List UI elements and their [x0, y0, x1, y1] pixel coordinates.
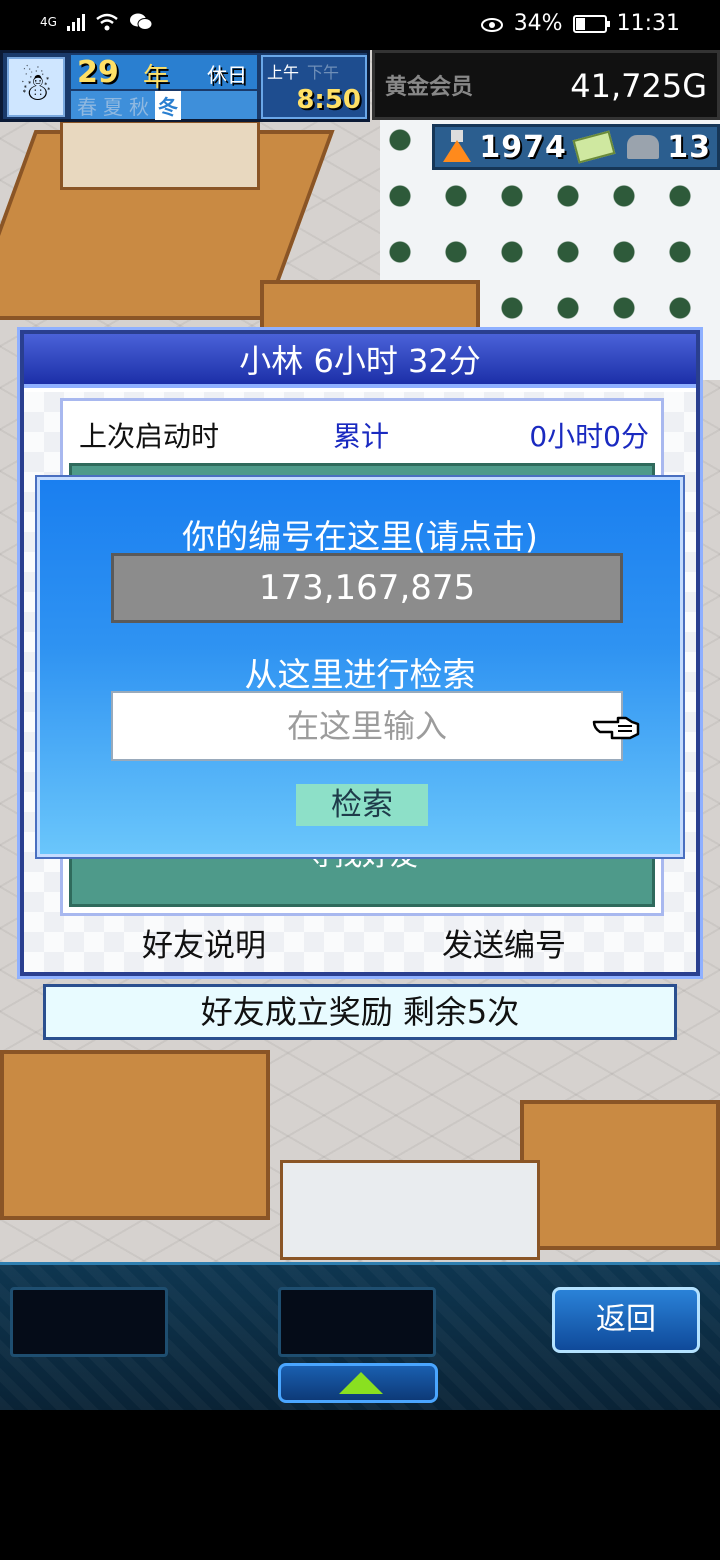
battery-fill: [575, 17, 586, 30]
gold-amount: 41,725G: [570, 67, 707, 105]
bathroom-floor: [280, 1160, 540, 1260]
season-winter-current: 冬: [155, 90, 181, 120]
lower-right-room: [520, 1100, 720, 1250]
resource-bar: 1974 13: [432, 124, 720, 170]
total-label: 累计: [333, 420, 390, 453]
status-left: 4G: [40, 12, 153, 32]
friend-info-link[interactable]: 好友说明: [142, 920, 266, 965]
clock-time: 11:31: [616, 11, 680, 36]
dialog-title: 小林 6小时 32分: [24, 334, 696, 388]
ticket-icon: [572, 130, 616, 164]
status-right: 34% 11:31: [480, 11, 680, 36]
season-strip: 春 夏 秋 冬: [71, 90, 257, 120]
money-hud: 黄金会员 41,725G: [372, 50, 720, 120]
network-type: 4G: [40, 15, 57, 29]
year-number: 29: [77, 55, 119, 90]
member-label: 黄金会员: [385, 75, 474, 100]
search-prompt: 从这里进行检索: [244, 655, 476, 694]
year-unit: 年: [143, 63, 170, 93]
search-button[interactable]: 检索: [296, 784, 428, 826]
play-time-row: 上次启动时 累计 0小时0分: [63, 401, 661, 459]
bottom-control-bar: 返回: [0, 1262, 720, 1410]
pm-label: 下午: [307, 63, 340, 82]
am-label: 上午: [267, 63, 300, 82]
expand-up-button[interactable]: [278, 1363, 438, 1403]
ticket-count: 13: [667, 129, 711, 165]
dialog-links: 好友说明 发送编号: [24, 914, 696, 964]
your-id-box[interactable]: 173,167,875: [111, 553, 623, 623]
pointing-hand-icon: [592, 716, 640, 740]
snowman-avatar-icon: ☃: [7, 57, 65, 117]
empty-slot-left[interactable]: [10, 1287, 168, 1357]
your-id-title: 你的编号在这里(请点击): [182, 517, 538, 556]
battery-percent: 34%: [513, 11, 563, 36]
empty-slot-center[interactable]: [278, 1287, 436, 1357]
season-spring: 春: [77, 94, 97, 119]
lower-left-room: [0, 1050, 270, 1220]
signal-icon: [66, 13, 85, 31]
wifi-icon: [96, 13, 118, 31]
back-button[interactable]: 返回: [552, 1287, 700, 1353]
day-type: 休日: [207, 63, 247, 87]
last-start-label: 上次启动时: [79, 420, 220, 453]
hat-icon: [627, 135, 660, 159]
battery-icon: [572, 14, 610, 33]
friend-reward-bar: 好友成立奖励 剩余5次: [43, 984, 677, 1040]
friend-search-dialog: 你的编号在这里(请点击) 173,167,875 从这里进行检索 检索: [35, 475, 685, 859]
chat-app-icon: [129, 13, 153, 30]
up-arrow-icon: [339, 1372, 383, 1394]
friend-id-input[interactable]: [111, 691, 623, 761]
eye-comfort-icon: [480, 17, 503, 32]
game-clock: 8:50: [296, 85, 361, 115]
kitchen-wall: [60, 120, 260, 190]
year-display: 29 年 休日: [71, 55, 257, 93]
time-display: 上午 下午 8:50: [261, 55, 367, 119]
research-points: 1974: [479, 129, 567, 165]
calendar-hud: ☃ 29 年 休日 春 夏 秋 冬 上午 下午 8:50: [0, 50, 370, 122]
status-bar: 4G 34% 11:31: [0, 0, 720, 50]
flask-icon: [441, 130, 472, 164]
season-autumn: 秋: [129, 94, 149, 119]
total-value: 0小时0分: [529, 420, 649, 453]
send-id-link[interactable]: 发送编号: [442, 920, 566, 965]
season-summer: 夏: [103, 94, 123, 119]
am-pm-indicator: 上午 下午: [267, 59, 339, 83]
